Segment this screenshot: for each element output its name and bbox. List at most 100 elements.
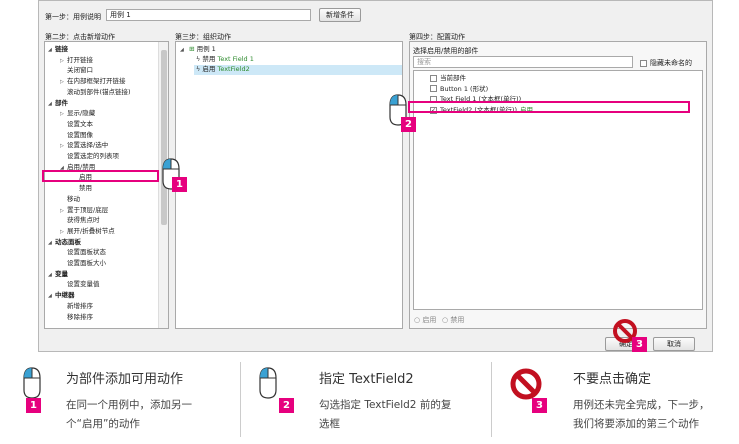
badge-1: 1 bbox=[172, 177, 187, 192]
collapse-icon[interactable]: ◢ bbox=[48, 46, 55, 55]
tree-action-item[interactable]: 获得焦点时 bbox=[60, 216, 100, 226]
tree-action-item[interactable]: ▷ 在内部框架打开链接 bbox=[60, 77, 126, 87]
tree-item-label: 关闭窗口 bbox=[67, 66, 93, 75]
tree-item-label: 动态面板 bbox=[55, 237, 81, 246]
tree-item-label: 移动 bbox=[67, 194, 80, 203]
radio-disable[interactable]: ○ 禁用 bbox=[442, 315, 464, 325]
action-row-disable[interactable]: ϟ 禁用 Text Field 1 bbox=[196, 55, 401, 65]
checkbox[interactable] bbox=[430, 74, 437, 82]
tree-action-item[interactable]: ▷ 打开链接 bbox=[60, 56, 93, 66]
tree-item-label: 置于顶层/底层 bbox=[67, 205, 109, 214]
divider bbox=[491, 362, 492, 437]
tree-action-item[interactable]: ▷ 显示/隐藏 bbox=[60, 109, 95, 119]
highlight-enable-action bbox=[42, 170, 159, 182]
instruction-title-1: 为部件添加可用动作 bbox=[66, 372, 184, 387]
cancel-button[interactable]: 取消 bbox=[653, 337, 695, 351]
instruction-title-3: 不要点击确定 bbox=[573, 372, 652, 387]
expand-icon[interactable]: ▷ bbox=[60, 78, 67, 87]
tree-item-label: 设置面板状态 bbox=[67, 248, 106, 257]
tree-category[interactable]: ◢ 动态面板 bbox=[48, 238, 81, 248]
instruction-desc-line: 个“启用”的动作 bbox=[66, 418, 140, 430]
add-condition-button[interactable]: 新增条件 bbox=[319, 8, 361, 22]
tree-item-label: 设置变量值 bbox=[67, 280, 100, 289]
badge-2: 2 bbox=[401, 117, 416, 132]
radio-disable-label: 禁用 bbox=[450, 316, 465, 324]
instruction-desc-line: 选框 bbox=[319, 418, 340, 430]
checkbox[interactable] bbox=[430, 85, 437, 93]
collapse-icon[interactable]: ◢ bbox=[48, 271, 55, 280]
tree-item-label: 设置选定的列表项 bbox=[67, 152, 119, 160]
instruction-title-2: 指定 TextField2 bbox=[319, 372, 414, 387]
action-verb: 禁用 bbox=[202, 55, 216, 63]
instruction-desc-line: 我们将要添加的第三个动作 bbox=[573, 418, 699, 430]
scrollbar-thumb[interactable] bbox=[161, 50, 167, 225]
action-target: Text Field 1 bbox=[217, 55, 254, 63]
tree-action-item[interactable]: 设置面板大小 bbox=[60, 259, 106, 269]
organize-actions-panel: ◢ ⊞ 用例 1 ϟ 禁用 Text Field 1 ϟ 启用 TextFiel… bbox=[175, 41, 403, 329]
action-target: TextField2 bbox=[217, 65, 250, 73]
tree-action-item[interactable]: 设置图像 bbox=[60, 131, 93, 141]
instruction-badge-1: 1 bbox=[26, 398, 41, 413]
mouse-icon bbox=[23, 367, 41, 399]
tree-item-label: 移除排序 bbox=[67, 312, 93, 321]
hide-unnamed-toggle[interactable]: 隐藏未命名的 bbox=[640, 58, 692, 68]
widget-name: 当前部件 bbox=[440, 74, 466, 82]
radio-enable[interactable]: ○ 启用 bbox=[414, 315, 436, 325]
tree-action-item[interactable]: ▷ 展开/折叠树节点 bbox=[60, 227, 115, 237]
widget-row[interactable]: Button 1 (形状) bbox=[430, 85, 488, 95]
instruction-desc-3: 用例还未完全完成，下一步， 我们将要添加的第三个动作 bbox=[573, 396, 710, 434]
tree-item-label: 禁用 bbox=[79, 184, 92, 193]
case-name-input[interactable]: 用例 1 bbox=[106, 9, 311, 21]
case-icon: ⊞ bbox=[189, 45, 195, 53]
tree-item-label: 部件 bbox=[55, 98, 68, 107]
hide-unnamed-checkbox[interactable] bbox=[640, 59, 647, 67]
tree-action-item[interactable]: 设置面板状态 bbox=[60, 248, 106, 258]
collapse-icon[interactable]: ◢ bbox=[48, 292, 55, 301]
tree-action-item[interactable]: 移除排序 bbox=[60, 313, 93, 323]
tree-item-label: 设置图像 bbox=[67, 130, 93, 139]
action-row-enable[interactable]: ϟ 启用 TextField2 bbox=[194, 65, 402, 75]
instruction-badge-3: 3 bbox=[532, 398, 547, 413]
step1-label: 第一步：用例说明 bbox=[45, 13, 101, 21]
collapse-icon[interactable]: ◢ bbox=[48, 239, 55, 248]
tree-category[interactable]: ◢ 中继器 bbox=[48, 291, 75, 301]
expand-icon[interactable]: ▷ bbox=[60, 228, 67, 237]
tree-action-item[interactable]: 禁用 bbox=[72, 184, 92, 194]
expand-icon[interactable]: ▷ bbox=[60, 207, 67, 216]
tree-item-label: 展开/折叠树节点 bbox=[67, 226, 115, 235]
tree-action-item[interactable]: 关闭窗口 bbox=[60, 66, 93, 76]
tree-item-label: 打开链接 bbox=[67, 55, 93, 64]
expand-icon[interactable]: ▷ bbox=[60, 110, 67, 119]
expand-icon[interactable]: ▷ bbox=[60, 57, 67, 66]
tree-action-item[interactable]: ▷ 设置选择/选中 bbox=[60, 141, 108, 151]
badge-3: 3 bbox=[632, 337, 647, 352]
select-widgets-label: 选择启用/禁用的部件 bbox=[413, 47, 479, 55]
lightning-icon: ϟ bbox=[196, 55, 201, 63]
tree-item-label: 变量 bbox=[55, 269, 68, 278]
tree-item-label: 滚动到部件(锚点链接) bbox=[67, 87, 131, 96]
instruction-desc-line: 在同一个用例中，添加另一 bbox=[66, 399, 192, 411]
tree-item-label: 中继器 bbox=[55, 291, 75, 300]
tree-action-item[interactable]: 设置变量值 bbox=[60, 280, 100, 290]
instruction-desc-line: 用例还未完全完成，下一步， bbox=[573, 399, 710, 411]
divider bbox=[240, 362, 241, 437]
tree-action-item[interactable]: 新增排序 bbox=[60, 302, 93, 312]
expand-icon[interactable]: ▷ bbox=[60, 142, 67, 151]
tree-action-item[interactable]: ▷ 置于顶层/底层 bbox=[60, 206, 108, 216]
tree-category[interactable]: ◢ 部件 bbox=[48, 99, 68, 109]
tree-category[interactable]: ◢ 链接 bbox=[48, 45, 68, 55]
tree-action-item[interactable]: 滚动到部件(锚点链接) bbox=[60, 88, 131, 98]
mouse-icon bbox=[259, 367, 277, 399]
widget-row[interactable]: 当前部件 bbox=[430, 74, 466, 84]
tree-action-item[interactable]: 移动 bbox=[60, 195, 80, 205]
radio-enable-label: 启用 bbox=[422, 316, 437, 324]
tree-action-item[interactable]: 设置文本 bbox=[60, 120, 93, 130]
tree-action-item[interactable]: 设置选定的列表项 bbox=[60, 152, 119, 162]
case-node[interactable]: ◢ ⊞ 用例 1 bbox=[180, 45, 216, 55]
tree-item-label: 设置文本 bbox=[67, 119, 93, 128]
tree-category[interactable]: ◢ 变量 bbox=[48, 270, 68, 280]
action-tree-panel: ◢ 链接 ▷ 打开链接 关闭窗口 ▷ 在内部框架打开链接 滚动到部件(锚点链接) ◢ 部件 ▷ 显示/… bbox=[44, 41, 169, 329]
widget-search-input[interactable]: 搜索 bbox=[413, 56, 633, 68]
highlight-textfield2 bbox=[408, 101, 690, 113]
collapse-icon[interactable]: ◢ bbox=[48, 100, 55, 109]
